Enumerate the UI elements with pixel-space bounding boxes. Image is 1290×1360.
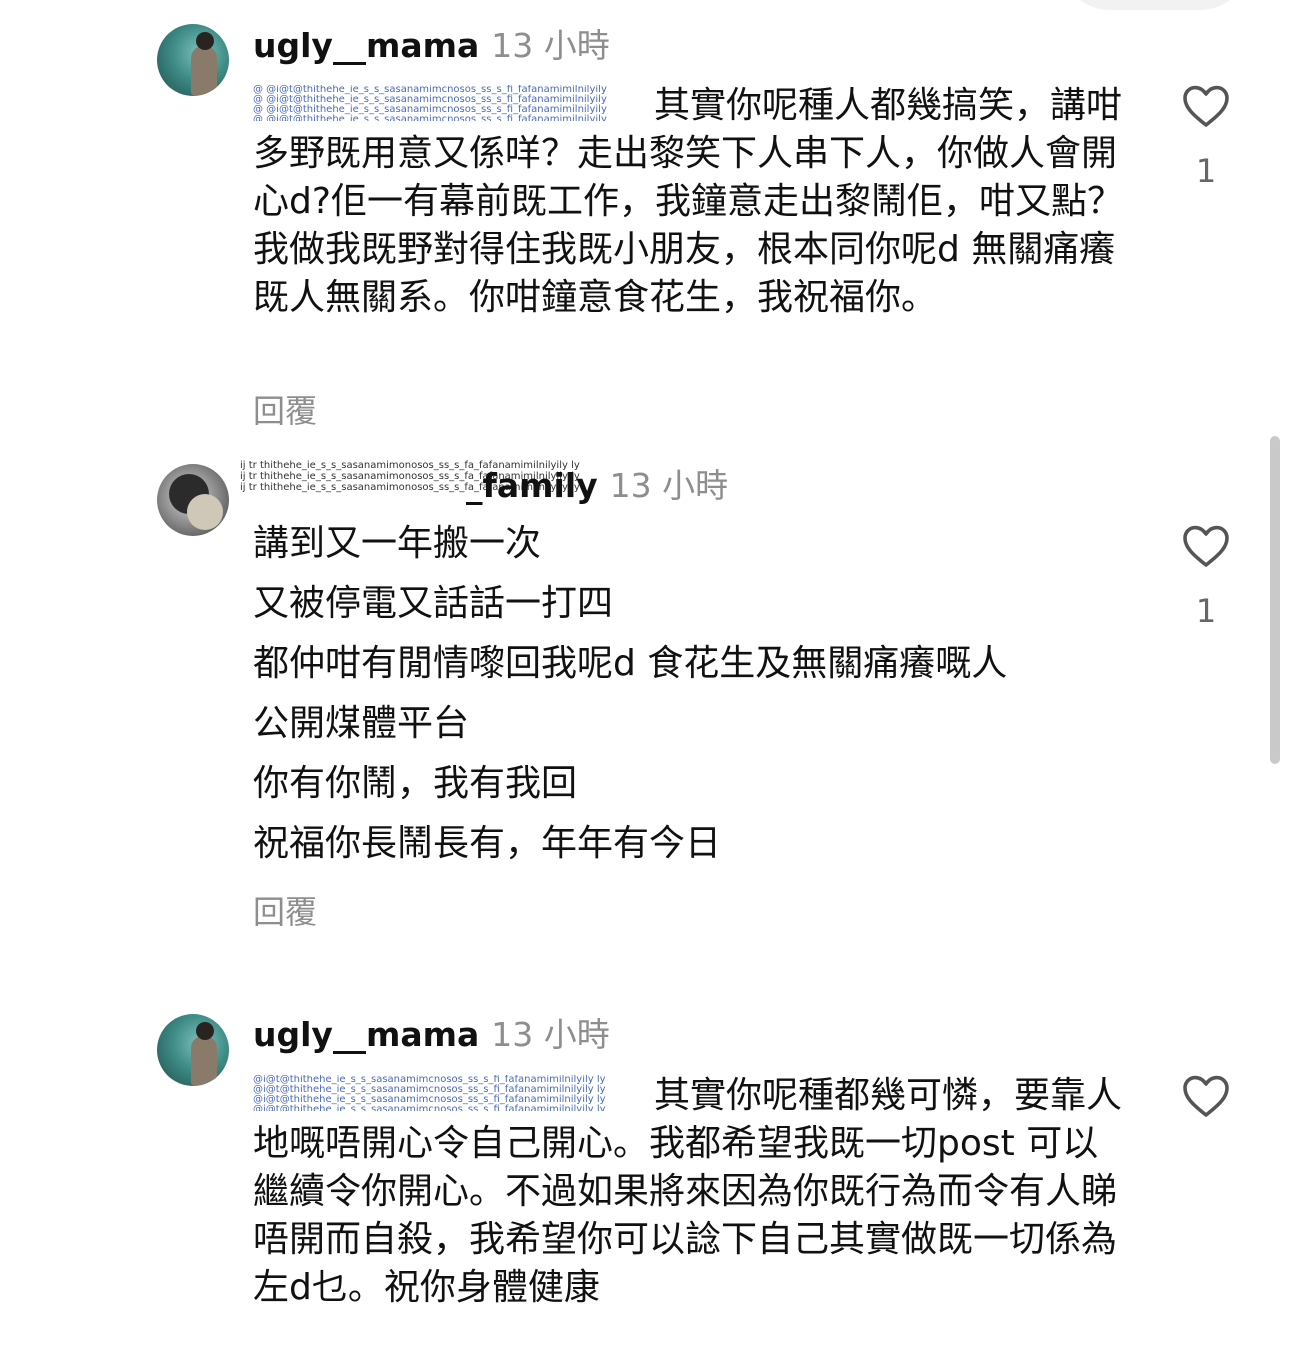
like-button[interactable]: [1180, 524, 1232, 568]
like-count: 1: [1195, 592, 1217, 630]
comment-line: 祝福你長鬧長有，年年有今日: [253, 823, 722, 864]
reply-button[interactable]: 回覆: [253, 887, 317, 933]
reply-button[interactable]: 回覆: [253, 386, 317, 432]
comment-line: 講到又一年搬一次: [253, 523, 542, 564]
heart-outline-icon: [1183, 85, 1229, 127]
comment-text: @i@t@thithehe_ie_s_s_sasanamimcnosos_ss_…: [253, 1072, 1133, 1312]
username[interactable]: _family: [466, 466, 598, 505]
timestamp: 13 小時: [491, 1015, 610, 1054]
mention-link[interactable]: @i@t@thithehe_ie_s_s_sasanamimcnosos_ss_…: [253, 1075, 648, 1111]
heart-outline-icon: [1183, 1075, 1229, 1117]
comment-line: 都仲咁有閒情嚟回我呢d 食花生及無關痛癢嘅人: [253, 643, 1008, 684]
comment-line: 你有你鬧，我有我回: [253, 763, 578, 804]
timestamp: 13 小時: [491, 26, 610, 65]
comment-header: ugly__mama 13 小時: [253, 1015, 610, 1055]
scrollbar[interactable]: [1270, 436, 1280, 764]
comment-text: @ @i@t@thithehe_ie_s_s_sasanamimcnosos_s…: [253, 82, 1133, 322]
mention-link[interactable]: @ @i@t@thithehe_ie_s_s_sasanamimcnosos_s…: [253, 85, 648, 121]
comment-header: _family 13 小時: [466, 466, 728, 506]
like-button[interactable]: [1180, 84, 1232, 128]
username[interactable]: ugly__mama: [253, 1015, 479, 1054]
top-decoration: [1060, 0, 1250, 10]
like-count: 1: [1195, 152, 1217, 190]
avatar[interactable]: [157, 24, 229, 96]
avatar[interactable]: [157, 464, 229, 536]
comment-text: 講到又一年搬一次 又被停電又話話一打四 都仲咁有閒情嚟回我呢d 食花生及無關痛癢…: [253, 514, 1133, 874]
comment-header: ugly__mama 13 小時: [253, 26, 610, 66]
comment-line: 公開煤體平台: [253, 703, 470, 744]
comment-line: 又被停電又話話一打四: [253, 583, 614, 624]
like-button[interactable]: [1180, 1074, 1232, 1118]
heart-outline-icon: [1183, 525, 1229, 567]
username[interactable]: ugly__mama: [253, 26, 479, 65]
avatar[interactable]: [157, 1014, 229, 1086]
timestamp: 13 小時: [609, 466, 729, 505]
